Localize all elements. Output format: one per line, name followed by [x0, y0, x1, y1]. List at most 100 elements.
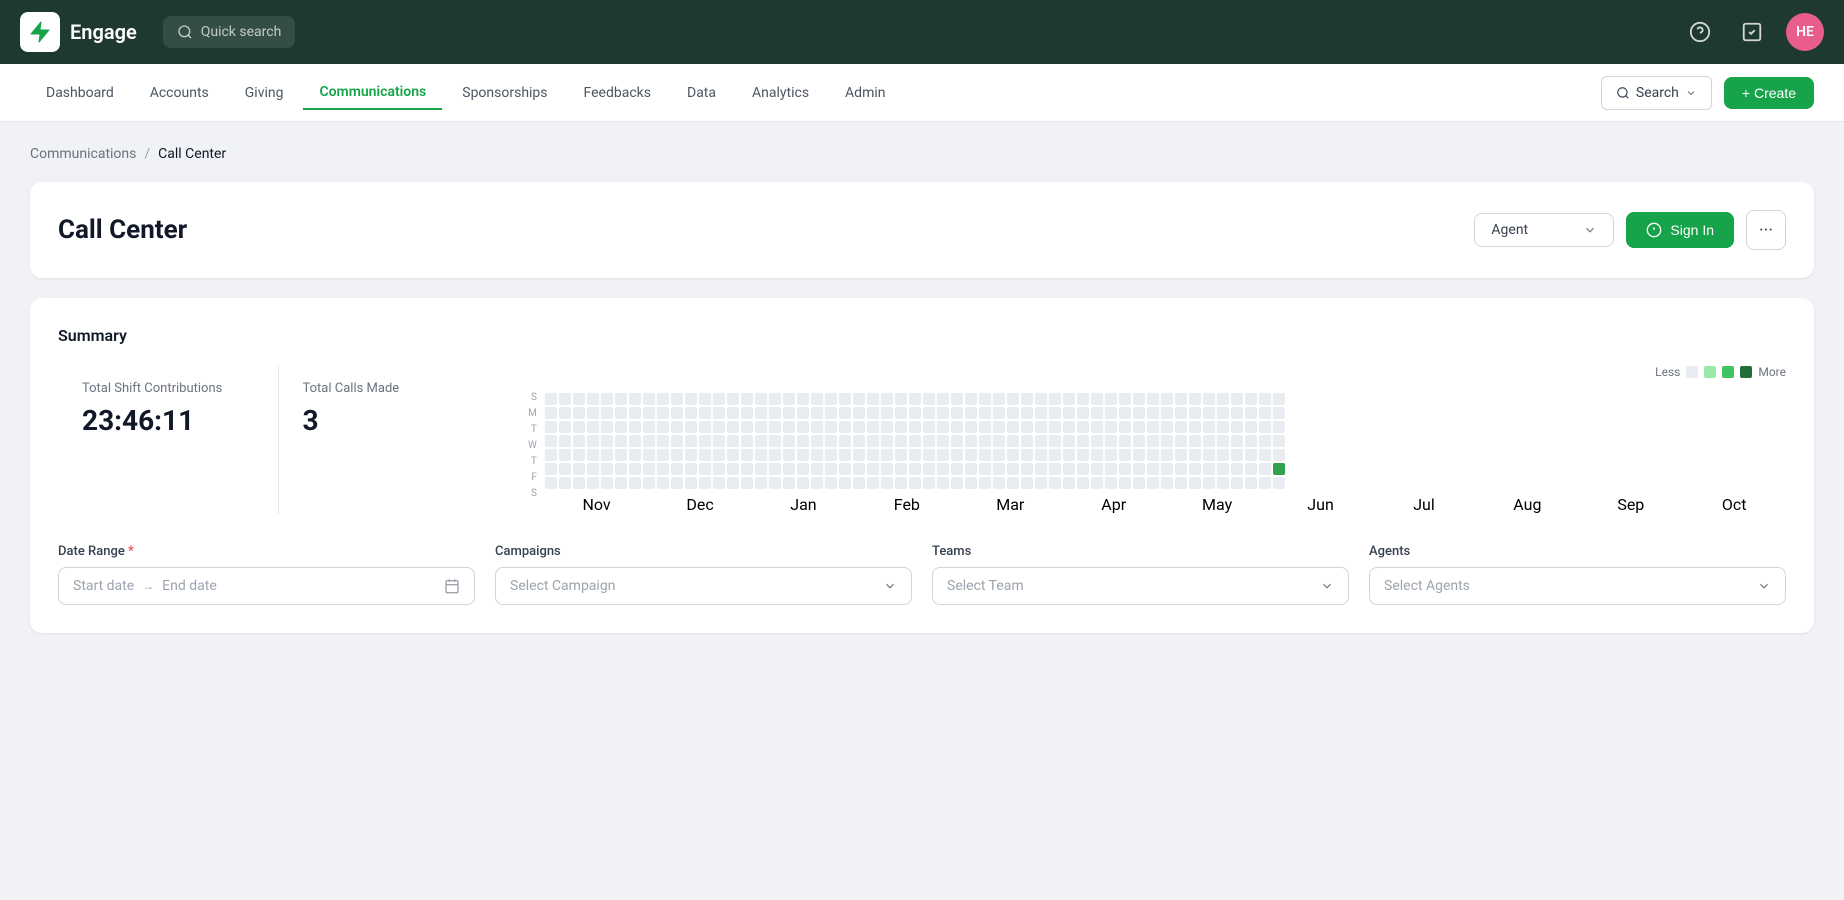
heatmap-cell [881, 407, 893, 419]
heatmap-cell [1175, 435, 1187, 447]
heatmap-cell [1147, 477, 1159, 489]
agent-dropdown[interactable]: Agent [1474, 213, 1614, 247]
heatmap-cell [1175, 463, 1187, 475]
heatmap-cell [965, 477, 977, 489]
heatmap-cell [937, 477, 949, 489]
heatmap-cell [559, 449, 571, 461]
heatmap-cell [1091, 393, 1103, 405]
date-arrow: → [142, 579, 154, 593]
heatmap-cell [1189, 449, 1201, 461]
heatmap-week [1007, 393, 1019, 489]
heatmap-cell [881, 393, 893, 405]
stat-shift-value: 23:46:11 [82, 404, 254, 437]
heatmap-cell [741, 435, 753, 447]
breadcrumb: Communications / Call Center [30, 146, 1814, 162]
heatmap-cell [1021, 449, 1033, 461]
search-button[interactable]: Search [1601, 76, 1712, 110]
heatmap-cell [867, 421, 879, 433]
heatmap-cell [699, 477, 711, 489]
heatmap-cell [783, 407, 795, 419]
heatmap-cell [867, 477, 879, 489]
create-button[interactable]: + Create [1724, 77, 1814, 109]
nav-item-giving[interactable]: Giving [229, 77, 300, 109]
heatmap-cell [727, 435, 739, 447]
heatmap-cell [825, 393, 837, 405]
nav-item-admin[interactable]: Admin [829, 77, 901, 109]
agents-dropdown[interactable]: Select Agents [1369, 567, 1786, 605]
tasks-button[interactable] [1734, 14, 1770, 50]
heatmap-cell [853, 463, 865, 475]
heatmap-cell [1217, 393, 1229, 405]
heatmap-cell [895, 393, 907, 405]
heatmap-cell [587, 463, 599, 475]
heatmap-week [545, 393, 557, 489]
logo-text: Engage [70, 20, 137, 44]
campaigns-label: Campaigns [495, 544, 912, 559]
breadcrumb-parent[interactable]: Communications [30, 146, 136, 162]
teams-dropdown[interactable]: Select Team [932, 567, 1349, 605]
heatmap-cell [1105, 407, 1117, 419]
heatmap-cell [1049, 449, 1061, 461]
heatmap-cell [923, 393, 935, 405]
more-button[interactable]: ··· [1746, 210, 1786, 250]
heatmap-week [1175, 393, 1187, 489]
date-range-input[interactable]: Start date → End date [58, 567, 475, 605]
heatmap-cell [1259, 435, 1271, 447]
quick-search[interactable]: Quick search [163, 16, 296, 48]
heatmap-legend: Less More [528, 365, 1786, 379]
nav-item-dashboard[interactable]: Dashboard [30, 77, 130, 109]
heatmap-cell [1063, 435, 1075, 447]
heatmap-cell [769, 393, 781, 405]
heatmap-cell [979, 449, 991, 461]
nav-item-communications[interactable]: Communications [303, 76, 442, 110]
help-button[interactable] [1682, 14, 1718, 50]
heatmap-cell [559, 421, 571, 433]
nav-item-analytics[interactable]: Analytics [736, 77, 825, 109]
day-t1: T [528, 423, 541, 437]
heatmap-cell [783, 435, 795, 447]
heatmap-week [1245, 393, 1257, 489]
heatmap-cell [741, 407, 753, 419]
callcenter-header: Call Center Agent Sign In [58, 210, 1786, 250]
heatmap-week [1049, 393, 1061, 489]
heatmap-week [797, 393, 809, 489]
avatar[interactable]: HE [1786, 13, 1824, 51]
logo[interactable]: Engage [20, 12, 137, 52]
heatmap-cell [1119, 407, 1131, 419]
heatmap-cell [657, 407, 669, 419]
heatmap-cell [909, 449, 921, 461]
heatmap-cell [1007, 407, 1019, 419]
nav-item-data[interactable]: Data [671, 77, 732, 109]
heatmap-cell [993, 477, 1005, 489]
heatmap-cell [1035, 449, 1047, 461]
heatmap-week [1217, 393, 1229, 489]
heatmap-cell [1077, 393, 1089, 405]
legend-more: More [1758, 365, 1786, 379]
date-range-group: Date Range * Start date → End date [58, 544, 475, 605]
nav-item-sponsorships[interactable]: Sponsorships [446, 77, 563, 109]
heatmap-cell [685, 463, 697, 475]
nav-item-feedbacks[interactable]: Feedbacks [568, 77, 667, 109]
campaigns-dropdown[interactable]: Select Campaign [495, 567, 912, 605]
heatmap-cell [643, 407, 655, 419]
date-range-label: Date Range * [58, 544, 475, 559]
heatmap-cell [937, 421, 949, 433]
heatmap-week [937, 393, 949, 489]
heatmap-week [671, 393, 683, 489]
heatmap-bottom-labels: NovDecJanFebMarAprMayJunJulAugSepOct [545, 495, 1786, 514]
heatmap-cell [545, 477, 557, 489]
heatmap-cell [1133, 421, 1145, 433]
breadcrumb-current: Call Center [158, 146, 226, 162]
heatmap-cell [853, 477, 865, 489]
heatmap-cell [1049, 407, 1061, 419]
heatmap-cell [1049, 463, 1061, 475]
stat-calls-value: 3 [303, 404, 475, 437]
heatmap-cell [1161, 407, 1173, 419]
heatmap-cell [699, 463, 711, 475]
heatmap-week [573, 393, 585, 489]
heatmap-cell [643, 449, 655, 461]
nav-item-accounts[interactable]: Accounts [134, 77, 225, 109]
heatmap-cell [1007, 393, 1019, 405]
heatmap-cell [811, 435, 823, 447]
sign-in-button[interactable]: Sign In [1626, 212, 1734, 248]
